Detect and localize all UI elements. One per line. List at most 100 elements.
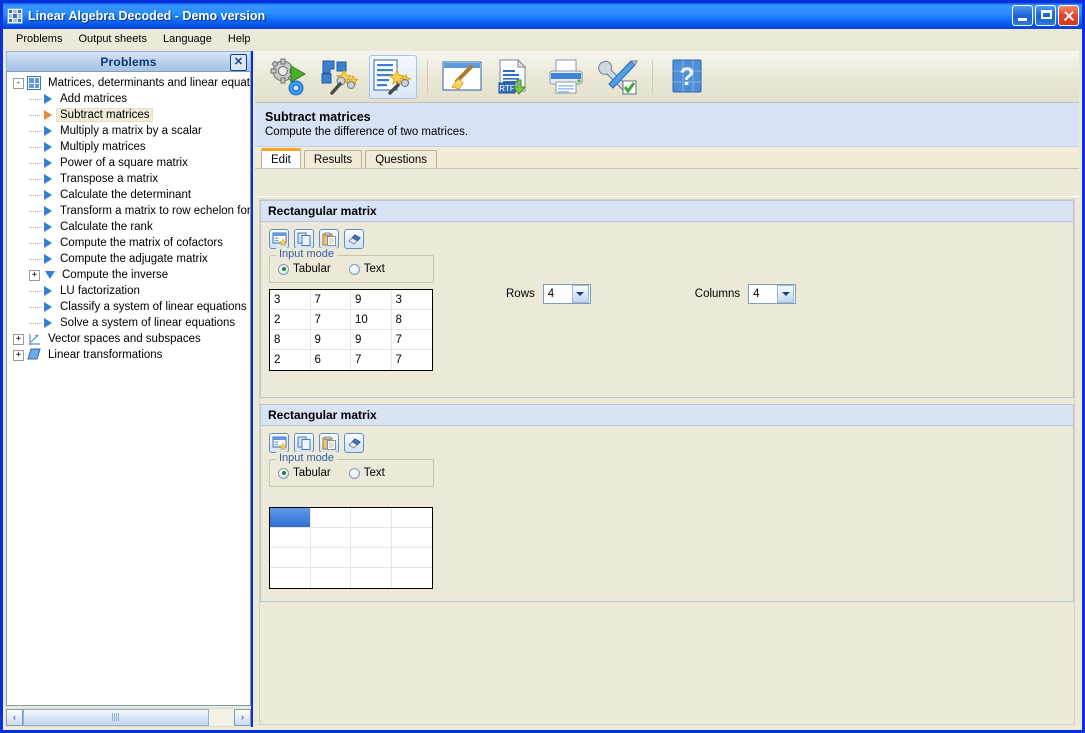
matrix-a-radio-tabular[interactable]: Tabular	[278, 263, 331, 275]
orange-triangle-icon	[44, 110, 52, 120]
chevron-down-icon[interactable]	[777, 285, 795, 303]
tree-item[interactable]: Transform a matrix to row echelon for	[9, 203, 250, 219]
clear-button[interactable]	[438, 55, 486, 99]
expand-icon[interactable]: +	[13, 333, 24, 345]
matrix-cell[interactable]	[351, 508, 392, 528]
matrix-cell[interactable]: 2	[270, 310, 311, 330]
tab-questions[interactable]: Questions	[365, 150, 437, 168]
matrix-cell[interactable]: 9	[351, 330, 392, 350]
print-icon	[549, 59, 583, 93]
matrix-cell[interactable]	[351, 528, 392, 548]
copy-icon[interactable]	[294, 433, 314, 453]
matrix-cell[interactable]: 3	[270, 290, 311, 310]
matrix-a-radio-text[interactable]: Text	[348, 263, 385, 275]
tree-item-label: Matrices, determinants and linear equati…	[48, 77, 251, 89]
maximize-button[interactable]	[1035, 5, 1056, 26]
tree-item[interactable]: Compute the adjugate matrix	[9, 251, 250, 267]
tree-item[interactable]: LU factorization	[9, 283, 250, 299]
matrix-cell[interactable]: 7	[391, 330, 432, 350]
matrix-cell[interactable]: 7	[391, 350, 432, 370]
menu-output-sheets[interactable]: Output sheets	[70, 31, 155, 47]
matrix-cell[interactable]: 9	[351, 290, 392, 310]
generate-worksheet-button[interactable]	[369, 54, 417, 99]
options-button[interactable]	[594, 55, 642, 99]
tree-item[interactable]: Power of a square matrix	[9, 155, 250, 171]
expand-icon[interactable]: +	[13, 349, 24, 361]
matrix-b-grid[interactable]	[269, 507, 433, 589]
matrix-cell[interactable]	[310, 508, 351, 528]
tree-horizontal-scrollbar[interactable]: ‹ ›	[6, 707, 251, 727]
matrix-cell[interactable]: 9	[310, 330, 351, 350]
eraser-icon[interactable]	[344, 229, 364, 249]
menu-problems[interactable]: Problems	[8, 31, 70, 47]
columns-select[interactable]: 4	[748, 284, 797, 304]
matrix-cell[interactable]: 8	[270, 330, 311, 350]
scrollbar-thumb[interactable]	[23, 708, 209, 726]
matrix-cell[interactable]	[270, 548, 311, 568]
minimize-button[interactable]	[1012, 5, 1033, 26]
matrix-cell[interactable]	[310, 568, 351, 588]
matrix-cell[interactable]	[310, 528, 351, 548]
scroll-right-icon[interactable]: ›	[234, 708, 251, 726]
matrix-cell[interactable]: 6	[310, 350, 351, 370]
help-button[interactable]: ?	[663, 55, 711, 99]
tree-item[interactable]: Multiply matrices	[9, 139, 250, 155]
expand-icon[interactable]: +	[29, 269, 40, 281]
chevron-down-icon[interactable]	[571, 285, 589, 303]
tab-edit[interactable]: Edit	[261, 148, 301, 168]
problems-tree[interactable]: - Matrices, determinants and linear equat…	[6, 72, 251, 706]
tree-item[interactable]: + Compute the inverse	[9, 267, 250, 283]
tree-item[interactable]: Calculate the determinant	[9, 187, 250, 203]
tree-item[interactable]: + Linear transformations	[9, 347, 250, 363]
tree-item[interactable]: Subtract matrices	[9, 107, 250, 123]
scrollbar-track[interactable]	[23, 707, 234, 727]
copy-icon[interactable]	[294, 229, 314, 249]
paste-icon[interactable]	[319, 433, 339, 453]
matrix-cell[interactable]	[351, 568, 392, 588]
menu-help[interactable]: Help	[220, 31, 259, 47]
matrix-cell[interactable]	[391, 508, 432, 528]
print-button[interactable]	[542, 55, 590, 99]
tree-item[interactable]: Classify a system of linear equations	[9, 299, 250, 315]
matrix-cell[interactable]	[270, 508, 311, 528]
tree-item[interactable]: - Matrices, determinants and linear equat…	[9, 75, 250, 91]
matrix-cell[interactable]	[351, 548, 392, 568]
close-button[interactable]	[1058, 5, 1079, 26]
tree-item[interactable]: Solve a system of linear equations	[9, 315, 250, 331]
close-icon[interactable]: ✕	[230, 54, 247, 71]
matrix-cell[interactable]: 7	[310, 290, 351, 310]
tree-item[interactable]: Compute the matrix of cofactors	[9, 235, 250, 251]
matrix-a-grid[interactable]: 3 7 9 3 2 7 10 8 8 9 9 7 2 6 7 7	[269, 289, 433, 371]
matrix-cell[interactable]: 7	[351, 350, 392, 370]
matrix-cell[interactable]: 2	[270, 350, 311, 370]
tree-item[interactable]: Calculate the rank	[9, 219, 250, 235]
matrix-cell[interactable]: 3	[391, 290, 432, 310]
tab-results[interactable]: Results	[303, 150, 363, 168]
matrix-cell[interactable]	[391, 528, 432, 548]
matrix-cell[interactable]: 8	[391, 310, 432, 330]
tree-item[interactable]: Transpose a matrix	[9, 171, 250, 187]
matrix-b-radio-tabular[interactable]: Tabular	[278, 467, 331, 479]
matrix-cell[interactable]: 10	[351, 310, 392, 330]
export-rtf-button[interactable]: RTF	[490, 55, 538, 99]
scroll-left-icon[interactable]: ‹	[6, 708, 23, 726]
matrix-cell[interactable]	[391, 568, 432, 588]
tree-item[interactable]: Add matrices	[9, 91, 250, 107]
menu-language[interactable]: Language	[155, 31, 220, 47]
matrix-cell[interactable]	[310, 548, 351, 568]
tree-item[interactable]: + Vector spaces and subspaces	[9, 331, 250, 347]
tree-item[interactable]: Multiply a matrix by a scalar	[9, 123, 250, 139]
generate-problems-button[interactable]	[317, 55, 365, 99]
generate-matrix-icon[interactable]	[269, 229, 289, 249]
matrix-cell[interactable]	[270, 528, 311, 548]
collapse-icon[interactable]: -	[13, 77, 24, 89]
paste-icon[interactable]	[319, 229, 339, 249]
rows-select[interactable]: 4	[542, 284, 591, 304]
matrix-cell[interactable]	[391, 548, 432, 568]
eraser-icon[interactable]	[344, 433, 364, 453]
solve-problem-button[interactable]	[265, 55, 313, 99]
matrix-cell[interactable]: 7	[310, 310, 351, 330]
matrix-b-radio-text[interactable]: Text	[348, 467, 385, 479]
generate-matrix-icon[interactable]	[269, 433, 289, 453]
matrix-cell[interactable]	[270, 568, 311, 588]
